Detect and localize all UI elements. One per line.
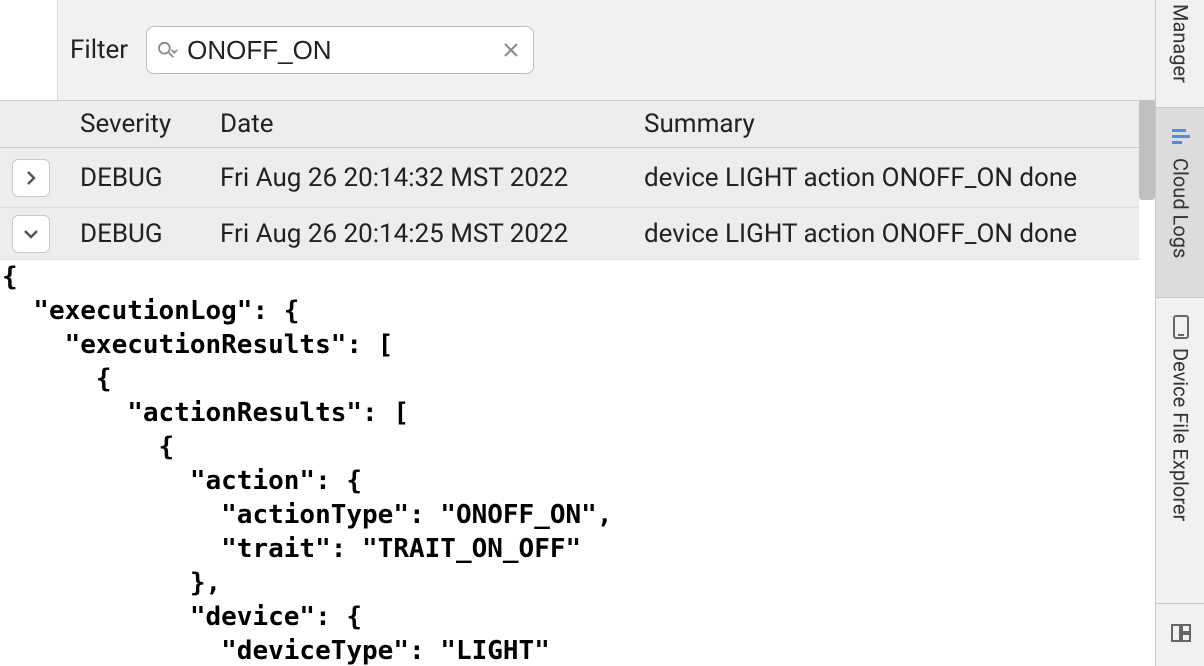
tab-cloud-logs[interactable]: Cloud Logs (1156, 108, 1204, 298)
log-json-detail[interactable]: { "executionLog": { "executionResults": … (0, 260, 1155, 666)
log-summary: device LIGHT action ONOFF_ON done (644, 163, 1139, 193)
log-row[interactable]: DEBUG Fri Aug 26 20:14:32 MST 2022 devic… (0, 148, 1139, 208)
clear-filter-button[interactable] (499, 38, 523, 62)
search-icon[interactable] (157, 41, 179, 59)
tab-extra[interactable] (1156, 604, 1204, 666)
log-severity: DEBUG (80, 163, 220, 193)
filter-label: Filter (70, 35, 128, 65)
col-header-summary[interactable]: Summary (644, 109, 1155, 139)
device-icon (1170, 316, 1192, 338)
filter-bar: Filter (57, 0, 1155, 100)
tab-manager[interactable]: Manager (1156, 0, 1204, 108)
log-summary: device LIGHT action ONOFF_ON done (644, 219, 1139, 249)
expand-row-button[interactable] (12, 159, 50, 197)
log-date: Fri Aug 26 20:14:25 MST 2022 (220, 219, 644, 249)
tab-device-file-explorer[interactable]: Device File Explorer (1156, 298, 1204, 604)
filter-search-box[interactable] (146, 26, 534, 74)
tab-label: Cloud Logs (1169, 158, 1193, 258)
col-header-date[interactable]: Date (220, 109, 644, 139)
right-side-tabs: Manager Cloud Logs Device File Explorer (1155, 0, 1204, 666)
log-column-headers: Severity Date Summary (0, 100, 1155, 148)
layout-icon (1170, 622, 1192, 644)
scrollbar[interactable] (1139, 100, 1155, 200)
log-severity: DEBUG (80, 219, 220, 249)
chevron-down-icon (23, 226, 39, 242)
collapse-row-button[interactable] (12, 215, 50, 253)
tab-label: Device File Explorer (1169, 348, 1193, 521)
log-date: Fri Aug 26 20:14:32 MST 2022 (220, 163, 644, 193)
cloud-logs-icon (1170, 126, 1192, 148)
tab-label: Manager (1169, 0, 1193, 83)
chevron-right-icon (23, 170, 39, 186)
log-row[interactable]: DEBUG Fri Aug 26 20:14:25 MST 2022 devic… (0, 208, 1139, 260)
log-viewer-main: Filter Severity Date Summary (0, 0, 1155, 666)
filter-input[interactable] (187, 35, 467, 66)
col-header-severity[interactable]: Severity (80, 109, 220, 139)
